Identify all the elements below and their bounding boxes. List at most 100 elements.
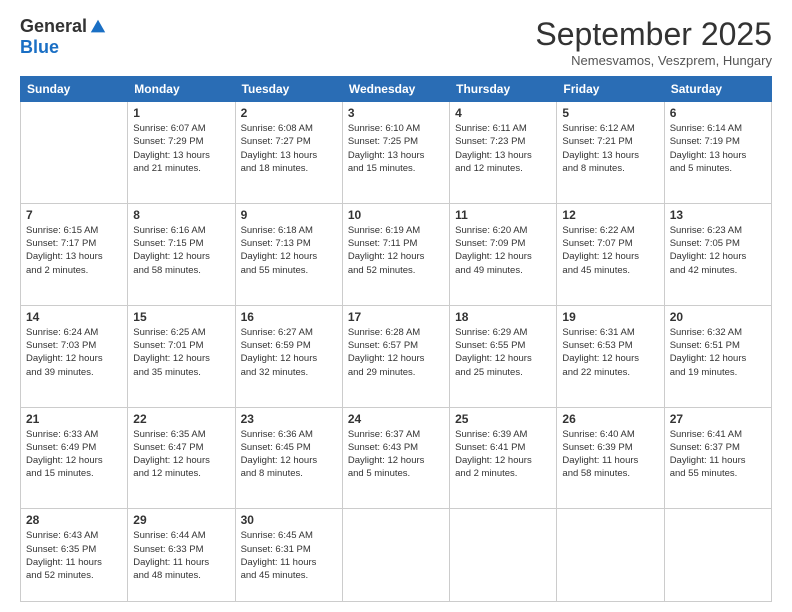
table-row: 10 Sunrise: 6:19 AMSunset: 7:11 PMDayligh… <box>342 203 449 305</box>
day-info: Sunrise: 6:37 AMSunset: 6:43 PMDaylight:… <box>348 428 444 481</box>
day-number: 21 <box>26 412 122 426</box>
day-info: Sunrise: 6:25 AMSunset: 7:01 PMDaylight:… <box>133 326 229 379</box>
day-number: 1 <box>133 106 229 120</box>
table-row: 3 Sunrise: 6:10 AMSunset: 7:25 PMDaylight… <box>342 102 449 204</box>
day-number: 29 <box>133 513 229 527</box>
day-number: 4 <box>455 106 551 120</box>
day-info: Sunrise: 6:36 AMSunset: 6:45 PMDaylight:… <box>241 428 337 481</box>
day-info: Sunrise: 6:11 AMSunset: 7:23 PMDaylight:… <box>455 122 551 175</box>
day-number: 24 <box>348 412 444 426</box>
table-row: 8 Sunrise: 6:16 AMSunset: 7:15 PMDaylight… <box>128 203 235 305</box>
table-row: 23 Sunrise: 6:36 AMSunset: 6:45 PMDayligh… <box>235 407 342 509</box>
day-info: Sunrise: 6:32 AMSunset: 6:51 PMDaylight:… <box>670 326 766 379</box>
day-info: Sunrise: 6:41 AMSunset: 6:37 PMDaylight:… <box>670 428 766 481</box>
table-row: 19Sunrise: 6:31 AMSunset: 6:53 PMDayligh… <box>557 305 664 407</box>
table-row: 29 Sunrise: 6:44 AMSunset: 6:33 PMDayligh… <box>128 509 235 602</box>
table-row: 9 Sunrise: 6:18 AMSunset: 7:13 PMDaylight… <box>235 203 342 305</box>
day-number: 20 <box>670 310 766 324</box>
day-info: Sunrise: 6:18 AMSunset: 7:13 PMDaylight:… <box>241 224 337 277</box>
day-number: 23 <box>241 412 337 426</box>
header: General Blue September 2025 Nemesvamos, … <box>20 16 772 68</box>
table-row: 25 Sunrise: 6:39 AMSunset: 6:41 PMDayligh… <box>450 407 557 509</box>
day-number: 16 <box>241 310 337 324</box>
day-number: 6 <box>670 106 766 120</box>
day-info: Sunrise: 6:27 AMSunset: 6:59 PMDaylight:… <box>241 326 337 379</box>
table-row <box>450 509 557 602</box>
table-row <box>21 102 128 204</box>
day-info: Sunrise: 6:43 AMSunset: 6:35 PMDaylight:… <box>26 529 122 582</box>
table-row: 26 Sunrise: 6:40 AMSunset: 6:39 PMDayligh… <box>557 407 664 509</box>
day-info: Sunrise: 6:10 AMSunset: 7:25 PMDaylight:… <box>348 122 444 175</box>
calendar-table: Sunday Monday Tuesday Wednesday Thursday… <box>20 76 772 602</box>
day-number: 27 <box>670 412 766 426</box>
day-info: Sunrise: 6:40 AMSunset: 6:39 PMDaylight:… <box>562 428 658 481</box>
table-row: 20 Sunrise: 6:32 AMSunset: 6:51 PMDayligh… <box>664 305 771 407</box>
table-row: 30 Sunrise: 6:45 AMSunset: 6:31 PMDayligh… <box>235 509 342 602</box>
table-row: 7Sunrise: 6:15 AMSunset: 7:17 PMDaylight… <box>21 203 128 305</box>
logo: General Blue <box>20 16 107 58</box>
table-row <box>664 509 771 602</box>
day-number: 11 <box>455 208 551 222</box>
table-row: 2 Sunrise: 6:08 AMSunset: 7:27 PMDaylight… <box>235 102 342 204</box>
logo-blue-text: Blue <box>20 37 59 58</box>
day-number: 10 <box>348 208 444 222</box>
table-row: 18Sunrise: 6:29 AMSunset: 6:55 PMDayligh… <box>450 305 557 407</box>
day-number: 15 <box>133 310 229 324</box>
month-title: September 2025 <box>535 16 772 53</box>
day-number: 13 <box>670 208 766 222</box>
day-number: 8 <box>133 208 229 222</box>
table-row: 24 Sunrise: 6:37 AMSunset: 6:43 PMDayligh… <box>342 407 449 509</box>
table-row: 14 Sunrise: 6:24 AMSunset: 7:03 PMDayligh… <box>21 305 128 407</box>
table-row: 27 Sunrise: 6:41 AMSunset: 6:37 PMDayligh… <box>664 407 771 509</box>
logo-general-text: General <box>20 16 87 37</box>
day-number: 12 <box>562 208 658 222</box>
day-info: Sunrise: 6:19 AMSunset: 7:11 PMDaylight:… <box>348 224 444 277</box>
day-info: Sunrise: 6:35 AMSunset: 6:47 PMDaylight:… <box>133 428 229 481</box>
day-number: 3 <box>348 106 444 120</box>
table-row: 15 Sunrise: 6:25 AMSunset: 7:01 PMDayligh… <box>128 305 235 407</box>
day-number: 14 <box>26 310 122 324</box>
day-info: Sunrise: 6:08 AMSunset: 7:27 PMDaylight:… <box>241 122 337 175</box>
col-monday: Monday <box>128 77 235 102</box>
day-info: Sunrise: 6:07 AMSunset: 7:29 PMDaylight:… <box>133 122 229 175</box>
day-number: 30 <box>241 513 337 527</box>
page: General Blue September 2025 Nemesvamos, … <box>0 0 792 612</box>
col-sunday: Sunday <box>21 77 128 102</box>
day-info: Sunrise: 6:28 AMSunset: 6:57 PMDaylight:… <box>348 326 444 379</box>
day-number: 5 <box>562 106 658 120</box>
day-info: Sunrise: 6:45 AMSunset: 6:31 PMDaylight:… <box>241 529 337 582</box>
table-row: 5 Sunrise: 6:12 AMSunset: 7:21 PMDaylight… <box>557 102 664 204</box>
day-info: Sunrise: 6:22 AMSunset: 7:07 PMDaylight:… <box>562 224 658 277</box>
table-row: 1 Sunrise: 6:07 AMSunset: 7:29 PMDaylight… <box>128 102 235 204</box>
day-number: 25 <box>455 412 551 426</box>
day-number: 2 <box>241 106 337 120</box>
col-friday: Friday <box>557 77 664 102</box>
logo-icon <box>89 18 107 36</box>
day-info: Sunrise: 6:16 AMSunset: 7:15 PMDaylight:… <box>133 224 229 277</box>
col-saturday: Saturday <box>664 77 771 102</box>
calendar-header-row: Sunday Monday Tuesday Wednesday Thursday… <box>21 77 772 102</box>
day-number: 9 <box>241 208 337 222</box>
day-info: Sunrise: 6:33 AMSunset: 6:49 PMDaylight:… <box>26 428 122 481</box>
day-info: Sunrise: 6:29 AMSunset: 6:55 PMDaylight:… <box>455 326 551 379</box>
day-info: Sunrise: 6:24 AMSunset: 7:03 PMDaylight:… <box>26 326 122 379</box>
day-number: 26 <box>562 412 658 426</box>
day-info: Sunrise: 6:39 AMSunset: 6:41 PMDaylight:… <box>455 428 551 481</box>
day-info: Sunrise: 6:14 AMSunset: 7:19 PMDaylight:… <box>670 122 766 175</box>
day-info: Sunrise: 6:44 AMSunset: 6:33 PMDaylight:… <box>133 529 229 582</box>
table-row: 4 Sunrise: 6:11 AMSunset: 7:23 PMDaylight… <box>450 102 557 204</box>
title-section: September 2025 Nemesvamos, Veszprem, Hun… <box>535 16 772 68</box>
table-row: 21 Sunrise: 6:33 AMSunset: 6:49 PMDayligh… <box>21 407 128 509</box>
day-number: 17 <box>348 310 444 324</box>
day-info: Sunrise: 6:15 AMSunset: 7:17 PMDaylight:… <box>26 224 122 277</box>
table-row: 16 Sunrise: 6:27 AMSunset: 6:59 PMDayligh… <box>235 305 342 407</box>
table-row: 17 Sunrise: 6:28 AMSunset: 6:57 PMDayligh… <box>342 305 449 407</box>
table-row: 6 Sunrise: 6:14 AMSunset: 7:19 PMDaylight… <box>664 102 771 204</box>
day-info: Sunrise: 6:31 AMSunset: 6:53 PMDaylight:… <box>562 326 658 379</box>
table-row: 13Sunrise: 6:23 AMSunset: 7:05 PMDayligh… <box>664 203 771 305</box>
col-wednesday: Wednesday <box>342 77 449 102</box>
table-row: 22 Sunrise: 6:35 AMSunset: 6:47 PMDayligh… <box>128 407 235 509</box>
table-row <box>557 509 664 602</box>
day-number: 22 <box>133 412 229 426</box>
day-info: Sunrise: 6:12 AMSunset: 7:21 PMDaylight:… <box>562 122 658 175</box>
